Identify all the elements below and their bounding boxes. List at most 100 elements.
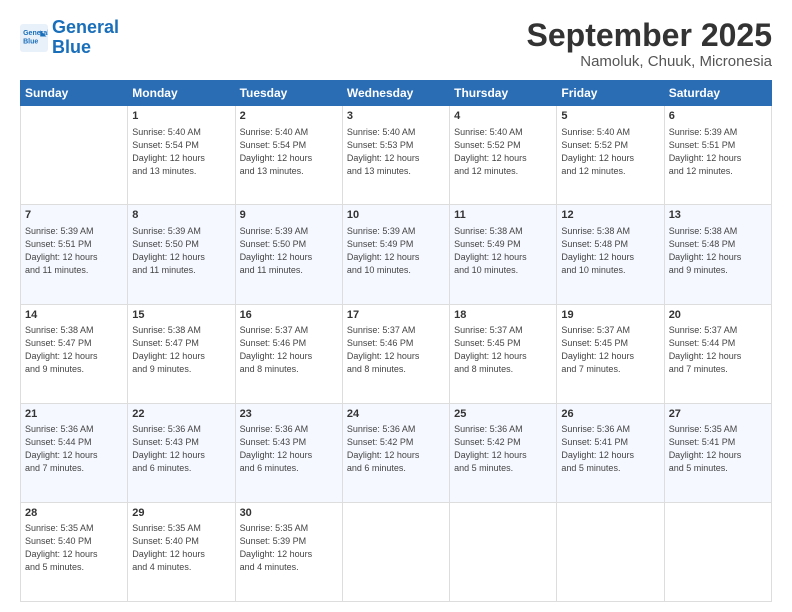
day-info: Sunrise: 5:38 AM Sunset: 5:48 PM Dayligh…	[669, 225, 767, 277]
day-info: Sunrise: 5:40 AM Sunset: 5:54 PM Dayligh…	[240, 126, 338, 178]
day-number: 4	[454, 109, 552, 124]
day-info: Sunrise: 5:35 AM Sunset: 5:40 PM Dayligh…	[25, 522, 123, 574]
week-row: 21Sunrise: 5:36 AM Sunset: 5:44 PM Dayli…	[21, 403, 772, 502]
calendar-cell: 18Sunrise: 5:37 AM Sunset: 5:45 PM Dayli…	[450, 304, 557, 403]
day-number: 6	[669, 109, 767, 124]
day-info: Sunrise: 5:37 AM Sunset: 5:46 PM Dayligh…	[347, 324, 445, 376]
day-number: 18	[454, 308, 552, 323]
calendar-cell	[557, 502, 664, 601]
day-number: 15	[132, 308, 230, 323]
calendar-cell	[21, 106, 128, 205]
day-info: Sunrise: 5:37 AM Sunset: 5:44 PM Dayligh…	[669, 324, 767, 376]
day-number: 12	[561, 208, 659, 223]
calendar-cell: 23Sunrise: 5:36 AM Sunset: 5:43 PM Dayli…	[235, 403, 342, 502]
calendar-cell: 1 Sunrise: 5:40 AM Sunset: 5:54 PM Daylig…	[128, 106, 235, 205]
calendar-cell: 3 Sunrise: 5:40 AM Sunset: 5:53 PM Daylig…	[342, 106, 449, 205]
day-number: 1	[132, 109, 230, 124]
calendar-cell	[342, 502, 449, 601]
calendar-cell: 4 Sunrise: 5:40 AM Sunset: 5:52 PM Daylig…	[450, 106, 557, 205]
header: General Blue General Blue September 2025…	[20, 18, 772, 70]
weekday-header: Sunday	[21, 81, 128, 106]
calendar-cell: 16Sunrise: 5:37 AM Sunset: 5:46 PM Dayli…	[235, 304, 342, 403]
day-number: 23	[240, 407, 338, 422]
day-number: 17	[347, 308, 445, 323]
calendar-cell: 19Sunrise: 5:37 AM Sunset: 5:45 PM Dayli…	[557, 304, 664, 403]
day-info: Sunrise: 5:37 AM Sunset: 5:46 PM Dayligh…	[240, 324, 338, 376]
calendar-table: SundayMondayTuesdayWednesdayThursdayFrid…	[20, 80, 772, 602]
day-info: Sunrise: 5:38 AM Sunset: 5:47 PM Dayligh…	[25, 324, 123, 376]
logo: General Blue General Blue	[20, 18, 119, 58]
day-info: Sunrise: 5:38 AM Sunset: 5:49 PM Dayligh…	[454, 225, 552, 277]
day-info: Sunrise: 5:40 AM Sunset: 5:52 PM Dayligh…	[561, 126, 659, 178]
day-number: 14	[25, 308, 123, 323]
day-number: 7	[25, 208, 123, 223]
logo-icon: General Blue	[20, 24, 48, 52]
calendar-cell: 2 Sunrise: 5:40 AM Sunset: 5:54 PM Daylig…	[235, 106, 342, 205]
day-info: Sunrise: 5:39 AM Sunset: 5:50 PM Dayligh…	[132, 225, 230, 277]
calendar-cell: 20Sunrise: 5:37 AM Sunset: 5:44 PM Dayli…	[664, 304, 771, 403]
day-number: 5	[561, 109, 659, 124]
day-number: 26	[561, 407, 659, 422]
day-number: 3	[347, 109, 445, 124]
day-info: Sunrise: 5:36 AM Sunset: 5:41 PM Dayligh…	[561, 423, 659, 475]
week-row: 7 Sunrise: 5:39 AM Sunset: 5:51 PM Daylig…	[21, 205, 772, 304]
day-info: Sunrise: 5:39 AM Sunset: 5:50 PM Dayligh…	[240, 225, 338, 277]
day-number: 9	[240, 208, 338, 223]
day-number: 13	[669, 208, 767, 223]
day-info: Sunrise: 5:36 AM Sunset: 5:42 PM Dayligh…	[347, 423, 445, 475]
calendar-cell: 13 Sunrise: 5:38 AM Sunset: 5:48 PM Dayli…	[664, 205, 771, 304]
day-info: Sunrise: 5:38 AM Sunset: 5:47 PM Dayligh…	[132, 324, 230, 376]
calendar-cell	[664, 502, 771, 601]
day-info: Sunrise: 5:39 AM Sunset: 5:49 PM Dayligh…	[347, 225, 445, 277]
day-number: 10	[347, 208, 445, 223]
month-title: September 2025	[527, 18, 772, 53]
calendar-cell: 7 Sunrise: 5:39 AM Sunset: 5:51 PM Daylig…	[21, 205, 128, 304]
day-number: 25	[454, 407, 552, 422]
calendar-cell: 15Sunrise: 5:38 AM Sunset: 5:47 PM Dayli…	[128, 304, 235, 403]
day-info: Sunrise: 5:36 AM Sunset: 5:43 PM Dayligh…	[240, 423, 338, 475]
calendar-cell: 25Sunrise: 5:36 AM Sunset: 5:42 PM Dayli…	[450, 403, 557, 502]
day-info: Sunrise: 5:39 AM Sunset: 5:51 PM Dayligh…	[669, 126, 767, 178]
day-number: 11	[454, 208, 552, 223]
calendar-page: General Blue General Blue September 2025…	[0, 0, 792, 612]
day-number: 27	[669, 407, 767, 422]
weekday-header: Saturday	[664, 81, 771, 106]
calendar-cell: 29Sunrise: 5:35 AM Sunset: 5:40 PM Dayli…	[128, 502, 235, 601]
weekday-header: Thursday	[450, 81, 557, 106]
day-info: Sunrise: 5:40 AM Sunset: 5:54 PM Dayligh…	[132, 126, 230, 178]
calendar-cell: 24Sunrise: 5:36 AM Sunset: 5:42 PM Dayli…	[342, 403, 449, 502]
day-info: Sunrise: 5:40 AM Sunset: 5:52 PM Dayligh…	[454, 126, 552, 178]
weekday-header: Wednesday	[342, 81, 449, 106]
svg-text:Blue: Blue	[23, 38, 38, 45]
day-info: Sunrise: 5:37 AM Sunset: 5:45 PM Dayligh…	[561, 324, 659, 376]
day-info: Sunrise: 5:40 AM Sunset: 5:53 PM Dayligh…	[347, 126, 445, 178]
calendar-cell: 11 Sunrise: 5:38 AM Sunset: 5:49 PM Dayli…	[450, 205, 557, 304]
day-number: 8	[132, 208, 230, 223]
day-number: 20	[669, 308, 767, 323]
calendar-cell: 21Sunrise: 5:36 AM Sunset: 5:44 PM Dayli…	[21, 403, 128, 502]
day-info: Sunrise: 5:39 AM Sunset: 5:51 PM Dayligh…	[25, 225, 123, 277]
calendar-cell: 30Sunrise: 5:35 AM Sunset: 5:39 PM Dayli…	[235, 502, 342, 601]
week-row: 28Sunrise: 5:35 AM Sunset: 5:40 PM Dayli…	[21, 502, 772, 601]
calendar-cell: 26Sunrise: 5:36 AM Sunset: 5:41 PM Dayli…	[557, 403, 664, 502]
day-info: Sunrise: 5:36 AM Sunset: 5:42 PM Dayligh…	[454, 423, 552, 475]
calendar-cell: 27Sunrise: 5:35 AM Sunset: 5:41 PM Dayli…	[664, 403, 771, 502]
calendar-cell	[450, 502, 557, 601]
calendar-cell: 22Sunrise: 5:36 AM Sunset: 5:43 PM Dayli…	[128, 403, 235, 502]
weekday-header: Friday	[557, 81, 664, 106]
day-number: 22	[132, 407, 230, 422]
location-title: Namoluk, Chuuk, Micronesia	[527, 53, 772, 70]
calendar-cell: 5 Sunrise: 5:40 AM Sunset: 5:52 PM Daylig…	[557, 106, 664, 205]
day-number: 2	[240, 109, 338, 124]
calendar-cell: 12 Sunrise: 5:38 AM Sunset: 5:48 PM Dayli…	[557, 205, 664, 304]
day-number: 16	[240, 308, 338, 323]
day-number: 28	[25, 506, 123, 521]
day-number: 19	[561, 308, 659, 323]
logo-text: General Blue	[52, 18, 119, 58]
day-info: Sunrise: 5:37 AM Sunset: 5:45 PM Dayligh…	[454, 324, 552, 376]
day-number: 30	[240, 506, 338, 521]
week-row: 1 Sunrise: 5:40 AM Sunset: 5:54 PM Daylig…	[21, 106, 772, 205]
day-info: Sunrise: 5:38 AM Sunset: 5:48 PM Dayligh…	[561, 225, 659, 277]
title-block: September 2025 Namoluk, Chuuk, Micronesi…	[527, 18, 772, 70]
weekday-header: Tuesday	[235, 81, 342, 106]
